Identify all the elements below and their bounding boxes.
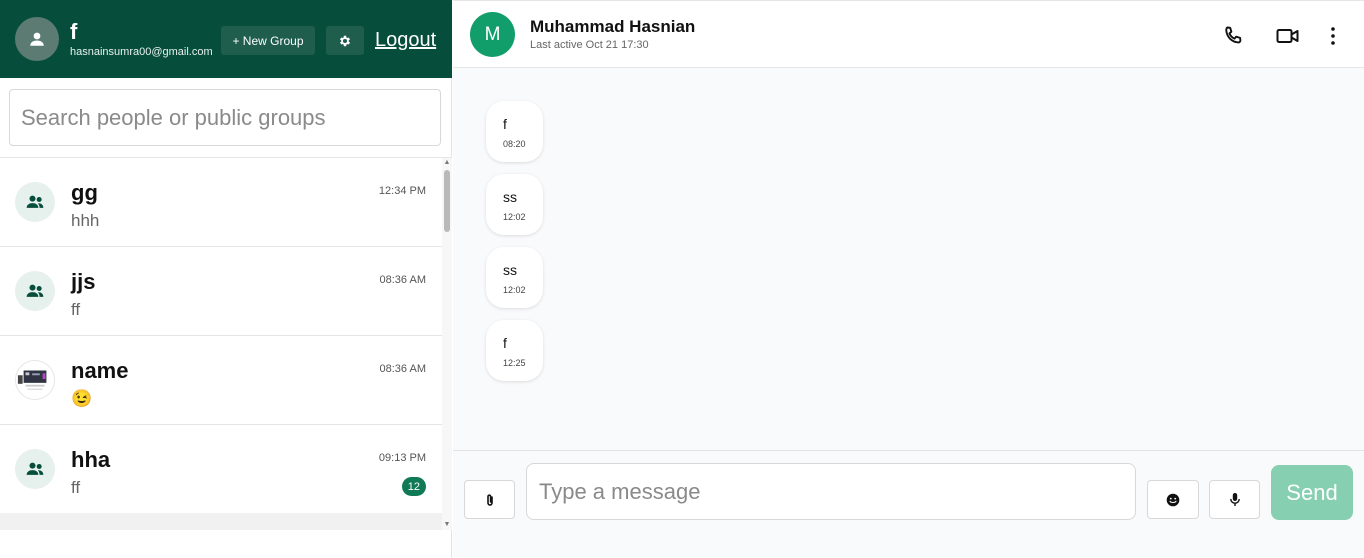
conversation-item[interactable]: gg hhh 12:34 PM	[0, 158, 442, 247]
scroll-down-arrow-icon[interactable]: ▼	[443, 521, 451, 529]
user-icon	[30, 32, 44, 46]
user-avatar[interactable]	[15, 17, 59, 61]
search-box	[9, 89, 441, 146]
emoji-icon	[1166, 493, 1180, 506]
conversation-name: hha	[71, 447, 111, 472]
logout-link[interactable]: Logout	[375, 29, 436, 52]
profile-header: f hasnainsumra00@gmail.com + New Group L…	[0, 0, 452, 78]
video-call-button[interactable]	[1275, 23, 1301, 49]
message-box	[526, 463, 1136, 520]
photo-avatar	[15, 360, 55, 400]
settings-button[interactable]	[326, 26, 364, 55]
conversation-time: 08:36 AM	[379, 363, 426, 375]
chat-app: f hasnainsumra00@gmail.com + New Group L…	[0, 0, 1364, 558]
message-bubble: f 08:20	[486, 101, 543, 162]
contact-avatar[interactable]: M	[470, 12, 515, 57]
attach-button[interactable]	[464, 480, 515, 519]
group-icon	[26, 462, 44, 475]
list-footer	[0, 513, 442, 530]
conversation-preview: ff	[71, 300, 81, 319]
conversation-preview: 😉	[71, 389, 93, 408]
voice-call-button[interactable]	[1220, 23, 1246, 49]
message-bubble: ss 12:02	[486, 174, 543, 235]
microphone-icon	[1229, 493, 1240, 506]
more-options-button[interactable]	[1320, 23, 1346, 49]
bottom-strip	[453, 530, 1364, 558]
send-button[interactable]: Send	[1271, 465, 1353, 520]
phone-icon	[1225, 26, 1242, 44]
message-time: 08:20	[503, 139, 526, 149]
scroll-up-arrow-icon[interactable]: ▲	[443, 159, 451, 167]
message-input[interactable]	[527, 464, 1135, 519]
search-input[interactable]	[10, 90, 440, 145]
more-vertical-icon	[1331, 27, 1335, 45]
conversation-name: name	[71, 358, 129, 383]
message-text: f	[503, 116, 507, 132]
message-composer: Send	[453, 450, 1364, 530]
avatar-photo-icon	[16, 361, 54, 399]
message-time: 12:02	[503, 285, 526, 295]
message-list: f 08:20 ss 12:02 ss 12:02 f 12:25	[453, 68, 1364, 450]
conversation-item[interactable]: jjs ff 08:36 AM	[0, 247, 442, 336]
profile-email: hasnainsumra00@gmail.com	[70, 46, 213, 58]
chat-panel: M Muhammad Hasnian Last active Oct 21 17…	[453, 0, 1364, 558]
conversation-scrollbar[interactable]: ▲ ▼	[442, 158, 452, 530]
message-text: f	[503, 335, 507, 351]
voice-record-button[interactable]	[1209, 480, 1260, 519]
profile-name: f	[70, 19, 78, 44]
message-text: ss	[503, 262, 517, 278]
group-avatar	[15, 182, 55, 222]
scroll-thumb[interactable]	[444, 170, 450, 232]
conversation-list: gg hhh 12:34 PM jjs ff 08:36 AM name 😉 0…	[0, 157, 452, 530]
gear-icon	[339, 35, 351, 46]
conversation-preview: hhh	[71, 211, 100, 230]
conversation-name: jjs	[71, 269, 96, 294]
message-bubble: ss 12:02	[486, 247, 543, 308]
emoji-button[interactable]	[1147, 480, 1199, 519]
contact-status: Last active Oct 21 17:30	[530, 39, 649, 51]
conversation-item[interactable]: hha ff 09:13 PM 12	[0, 425, 442, 514]
conversation-name: gg	[71, 180, 98, 205]
conversation-time: 09:13 PM	[378, 452, 426, 464]
new-group-button[interactable]: + New Group	[221, 26, 315, 55]
contact-name: Muhammad Hasnian	[530, 17, 696, 36]
conversation-item[interactable]: name 😉 08:36 AM	[0, 336, 442, 425]
group-icon	[26, 195, 44, 208]
unread-badge: 12	[401, 477, 426, 496]
group-avatar	[15, 271, 55, 311]
conversation-preview: ff	[71, 478, 81, 497]
message-time: 12:25	[503, 358, 526, 368]
video-camera-icon	[1276, 29, 1299, 43]
message-bubble: f 12:25	[486, 320, 543, 381]
group-avatar	[15, 449, 55, 489]
conversation-time: 08:36 AM	[379, 274, 426, 286]
chat-header: M Muhammad Hasnian Last active Oct 21 17…	[453, 0, 1364, 68]
group-icon	[26, 284, 44, 297]
message-time: 12:02	[503, 212, 526, 222]
sidebar: f hasnainsumra00@gmail.com + New Group L…	[0, 0, 452, 558]
conversation-time: 12:34 PM	[378, 185, 426, 197]
message-text: ss	[503, 189, 517, 205]
paperclip-icon	[486, 493, 493, 506]
